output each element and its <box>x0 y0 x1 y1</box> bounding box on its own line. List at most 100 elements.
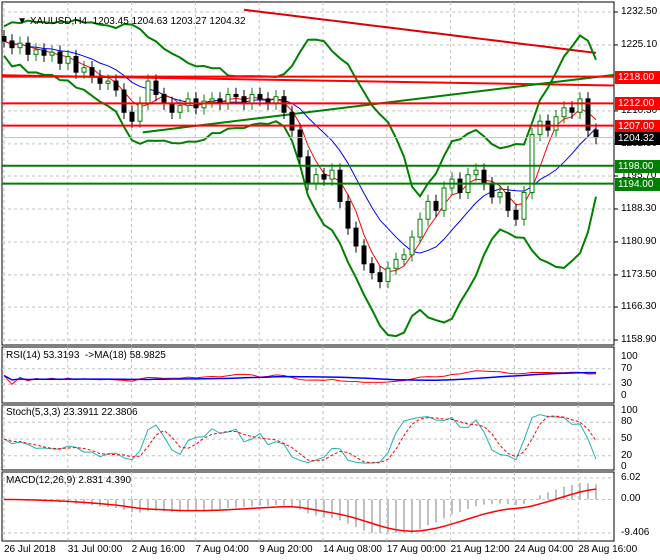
rsi-tick-label: 100 <box>621 351 638 362</box>
x-tick-label: 2 Aug 16:00 <box>131 544 185 555</box>
candle-body <box>489 183 495 198</box>
stoch-label: Stoch(5,3,3) 23.3911 22.3806 <box>6 407 138 418</box>
candle-body <box>409 236 415 256</box>
price-tick-label: 1173.50 <box>621 268 657 280</box>
candle-body <box>161 93 167 104</box>
candle-body <box>209 98 215 102</box>
price-tick-label: 1180.90 <box>621 235 657 247</box>
candle-body <box>97 76 103 84</box>
candle-body <box>145 80 151 104</box>
rsi-tick-label: 70 <box>621 362 633 374</box>
candle-body <box>73 56 79 73</box>
price-tick-label: 1158.90 <box>621 334 657 345</box>
chart-window[interactable]: ▼ XAUUSD,H4 1203.45 1204.63 1203.27 1204… <box>0 0 660 560</box>
candle-body <box>257 93 263 100</box>
candle-body <box>569 107 575 113</box>
symbol-label: XAUUSD,H4 <box>29 16 88 27</box>
candle-body <box>25 42 31 55</box>
rsi-tick-label: 30 <box>621 378 633 390</box>
candle-body <box>441 187 447 211</box>
level-tag: 1218.00 <box>615 70 660 84</box>
candle-body <box>345 200 351 229</box>
level-tag: 1198.00 <box>615 159 660 173</box>
x-tick-label: 9 Aug 20:00 <box>259 544 313 555</box>
x-tick-label: 17 Aug 00:00 <box>386 544 446 555</box>
candle-body <box>153 80 159 95</box>
rsi-tick-label: 0 <box>621 390 627 401</box>
candle-body <box>537 120 543 136</box>
candle-body <box>233 93 239 98</box>
candle-body <box>41 49 47 56</box>
macd-signal-line <box>3 488 597 532</box>
candle-body <box>81 67 87 73</box>
candle-body <box>417 218 423 238</box>
candle-body <box>457 178 463 193</box>
candle-body <box>353 227 359 247</box>
candle-body <box>273 96 279 104</box>
candle-body <box>313 174 319 185</box>
x-tick-label: 24 Aug 04:00 <box>514 544 574 555</box>
candle-body <box>425 200 431 220</box>
rsi-label: RSI(14) 53.3193 ->MA(18) 58.9825 <box>6 350 166 361</box>
ma-long-line <box>243 8 597 54</box>
candle-body <box>497 191 503 198</box>
x-tick-label: 26 Jul 2018 <box>4 544 56 555</box>
x-tick-label: 7 Aug 04:00 <box>195 544 249 555</box>
level-tag: 1194.00 <box>615 177 660 191</box>
candle-body <box>473 169 479 176</box>
candle-body <box>369 263 375 274</box>
candle-body <box>401 254 407 260</box>
candle-body <box>329 169 335 180</box>
candle-body <box>513 209 519 220</box>
candle-body <box>577 98 583 113</box>
x-tick-label: 28 Aug 16:00 <box>578 544 638 555</box>
candle-body <box>521 191 527 220</box>
candle-body <box>593 129 599 139</box>
candle-body <box>225 93 231 104</box>
candle-body <box>113 80 119 91</box>
macd-label: MACD(12,26,9) 2.831 4.390 <box>6 475 132 486</box>
current-price-tag: 1204.32 <box>615 131 660 145</box>
candle-body <box>17 42 23 49</box>
candle-body <box>553 116 559 131</box>
candle-body <box>169 102 175 113</box>
candle-body <box>241 96 247 104</box>
candle-body <box>337 169 343 202</box>
x-tick-label: 14 Aug 08:00 <box>323 544 382 555</box>
candle-body <box>105 80 111 84</box>
macd-tick-label: 6.02 <box>621 472 641 483</box>
candle-body <box>377 272 383 283</box>
candle-body <box>89 67 95 78</box>
candle-body <box>281 96 287 113</box>
symbol-header: ▼ XAUUSD,H4 1203.45 1204.63 1203.27 1204… <box>6 5 246 38</box>
candle-body <box>33 49 39 55</box>
candle-body <box>249 93 255 104</box>
candle-body <box>65 56 71 64</box>
candle-body <box>201 100 207 109</box>
rsi-line <box>3 370 597 385</box>
dropdown-triangle-icon[interactable]: ▼ <box>17 16 30 27</box>
candle-body <box>321 174 327 180</box>
candle-body <box>57 51 63 64</box>
candle-body <box>505 191 511 211</box>
candle-body <box>361 245 367 265</box>
candle-body <box>385 267 391 283</box>
price-tick-label: 1188.30 <box>621 202 657 214</box>
candle-body <box>305 156 311 185</box>
candle-body <box>49 51 55 56</box>
stoch-tick-label: 100 <box>621 405 638 416</box>
stoch-tick-label: 20 <box>621 449 633 461</box>
x-tick-label: 31 Jul 00:00 <box>67 544 123 555</box>
ohlc-values: 1203.45 1204.63 1203.27 1204.32 <box>92 16 246 27</box>
candle-body <box>393 258 399 269</box>
candle-body <box>433 200 439 211</box>
bollinger-upper <box>3 18 597 198</box>
price-tick-label: 1166.30 <box>621 301 657 313</box>
price-tick-label: 1225.10 <box>621 38 658 50</box>
candle-body <box>185 98 191 107</box>
candle-body <box>177 105 183 113</box>
stoch-tick-label: 0 <box>621 461 627 472</box>
candle-body <box>561 107 567 118</box>
macd-tick-label: -9.406 <box>621 527 650 538</box>
candle-body <box>289 111 295 131</box>
